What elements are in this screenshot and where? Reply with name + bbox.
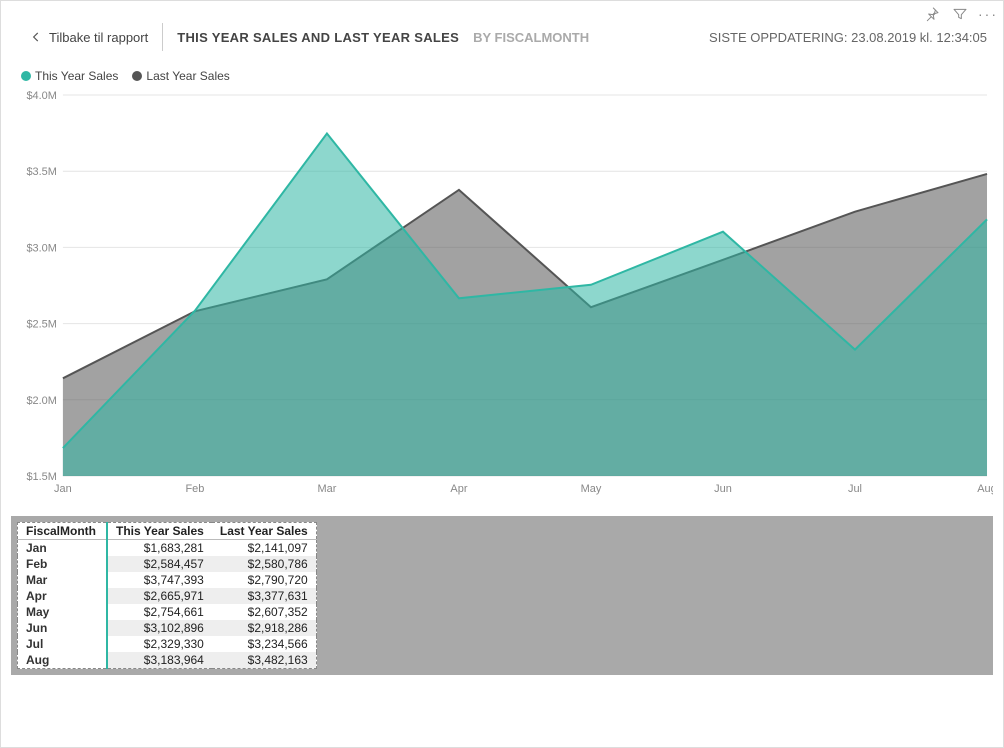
chart-legend: This Year Sales Last Year Sales <box>1 59 1003 89</box>
data-table-zone: FiscalMonth This Year Sales Last Year Sa… <box>11 516 993 675</box>
cell-this-year: $3,102,896 <box>107 620 212 636</box>
cell-month: Mar <box>18 572 108 588</box>
svg-text:Feb: Feb <box>185 483 204 495</box>
cell-month: Apr <box>18 588 108 604</box>
legend-label-last-year: Last Year Sales <box>146 69 229 83</box>
cell-this-year: $2,329,330 <box>107 636 212 652</box>
svg-text:May: May <box>581 483 602 495</box>
legend-item-this-year[interactable]: This Year Sales <box>21 69 118 83</box>
svg-text:$3.5M: $3.5M <box>26 166 56 178</box>
cell-this-year: $2,584,457 <box>107 556 212 572</box>
col-header-fiscalmonth[interactable]: FiscalMonth <box>18 523 108 540</box>
legend-swatch-last-year <box>132 71 142 81</box>
pin-icon[interactable] <box>923 5 941 23</box>
col-header-last-year[interactable]: Last Year Sales <box>212 523 316 540</box>
cell-month: May <box>18 604 108 620</box>
svg-text:$2.0M: $2.0M <box>26 395 56 407</box>
cell-last-year: $2,607,352 <box>212 604 316 620</box>
legend-item-last-year[interactable]: Last Year Sales <box>132 69 229 83</box>
header-bar: Tilbake til rapport THIS YEAR SALES AND … <box>1 1 1003 59</box>
svg-text:$4.0M: $4.0M <box>26 90 56 102</box>
area-chart[interactable]: $4.0M $3.5M $3.0M $2.5M $2.0M $1.5MJan Feb Mar A… <box>15 89 993 504</box>
cell-this-year: $1,683,281 <box>107 540 212 557</box>
cell-this-year: $3,183,964 <box>107 652 212 669</box>
table-row[interactable]: Jun$3,102,896$2,918,286 <box>18 620 317 636</box>
cell-month: Jul <box>18 636 108 652</box>
svg-text:Jun: Jun <box>714 483 732 495</box>
more-icon[interactable]: ··· <box>979 5 997 23</box>
cell-this-year: $3,747,393 <box>107 572 212 588</box>
col-header-this-year[interactable]: This Year Sales <box>107 523 212 540</box>
svg-text:$1.5M: $1.5M <box>26 471 56 483</box>
legend-label-this-year: This Year Sales <box>35 69 118 83</box>
cell-last-year: $3,377,631 <box>212 588 316 604</box>
svg-text:$2.5M: $2.5M <box>26 319 56 331</box>
table-row[interactable]: Mar$3,747,393$2,790,720 <box>18 572 317 588</box>
cell-last-year: $2,790,720 <box>212 572 316 588</box>
filter-icon[interactable] <box>951 5 969 23</box>
cell-last-year: $2,141,097 <box>212 540 316 557</box>
cell-month: Aug <box>18 652 108 669</box>
table-row[interactable]: Aug$3,183,964$3,482,163 <box>18 652 317 669</box>
svg-text:Mar: Mar <box>317 483 336 495</box>
cell-last-year: $3,482,163 <box>212 652 316 669</box>
back-label: Tilbake til rapport <box>49 30 148 45</box>
svg-text:$3.0M: $3.0M <box>26 242 56 254</box>
cell-last-year: $2,918,286 <box>212 620 316 636</box>
cell-month: Jun <box>18 620 108 636</box>
svg-text:Aug: Aug <box>977 483 993 495</box>
data-table[interactable]: FiscalMonth This Year Sales Last Year Sa… <box>17 522 317 669</box>
last-updated-label: SISTE OPPDATERING: 23.08.2019 kl. 12:34:… <box>709 30 987 45</box>
svg-text:Jan: Jan <box>54 483 72 495</box>
table-row[interactable]: Apr$2,665,971$3,377,631 <box>18 588 317 604</box>
svg-text:Jul: Jul <box>848 483 862 495</box>
table-row[interactable]: Jan$1,683,281$2,141,097 <box>18 540 317 557</box>
legend-swatch-this-year <box>21 71 31 81</box>
cell-month: Feb <box>18 556 108 572</box>
report-title: THIS YEAR SALES AND LAST YEAR SALES <box>177 30 459 45</box>
cell-this-year: $2,665,971 <box>107 588 212 604</box>
table-row[interactable]: Feb$2,584,457$2,580,786 <box>18 556 317 572</box>
svg-text:Apr: Apr <box>450 483 467 495</box>
cell-month: Jan <box>18 540 108 557</box>
cell-this-year: $2,754,661 <box>107 604 212 620</box>
chevron-left-icon <box>29 30 43 44</box>
table-row[interactable]: Jul$2,329,330$3,234,566 <box>18 636 317 652</box>
back-to-report-button[interactable]: Tilbake til rapport <box>29 23 163 51</box>
cell-last-year: $3,234,566 <box>212 636 316 652</box>
report-subtitle: BY FISCALMONTH <box>473 30 589 45</box>
cell-last-year: $2,580,786 <box>212 556 316 572</box>
table-row[interactable]: May$2,754,661$2,607,352 <box>18 604 317 620</box>
